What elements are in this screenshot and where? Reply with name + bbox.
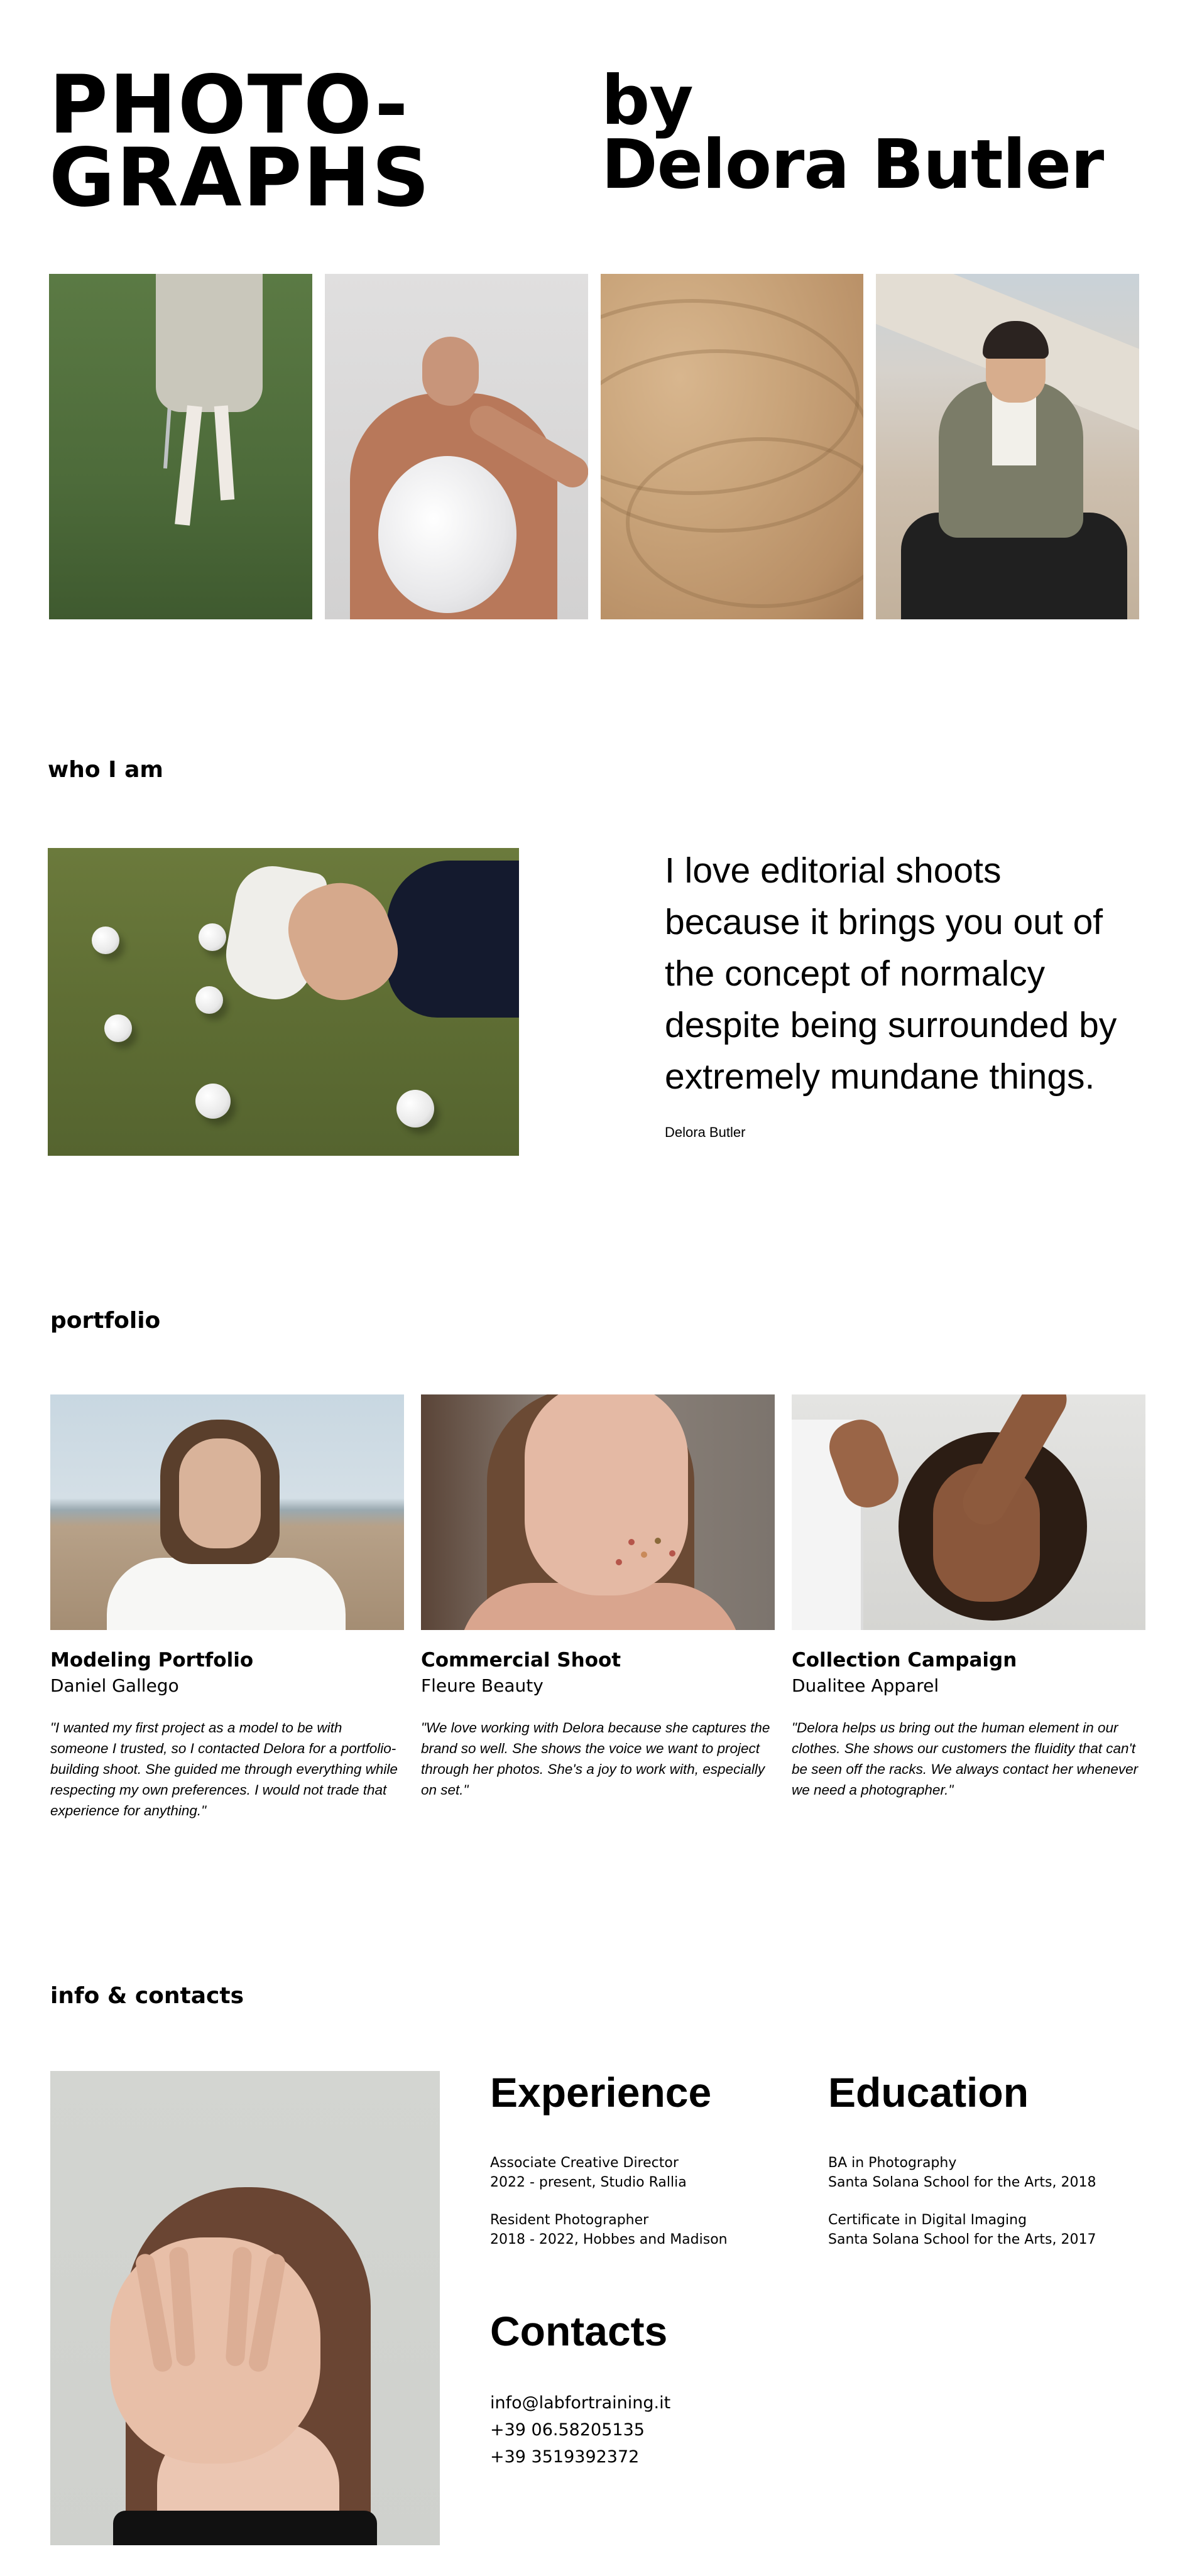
portfolio-card-client: Daniel Gallego bbox=[50, 1675, 179, 1696]
contact-phone-link[interactable]: +39 3519392372 bbox=[490, 2443, 670, 2470]
portfolio-card-client: Dualitee Apparel bbox=[792, 1675, 939, 1696]
portfolio-card-client: Fleure Beauty bbox=[421, 1675, 544, 1696]
gallery-photo-sitting-man bbox=[876, 274, 1139, 619]
contacts-heading: Contacts bbox=[490, 2308, 668, 2354]
portfolio-card-title: Collection Campaign bbox=[792, 1649, 1017, 1671]
portfolio-cards: Modeling Portfolio Daniel Gallego "I wan… bbox=[50, 1394, 1145, 1821]
portfolio-photo-commercial bbox=[421, 1394, 775, 1630]
portfolio-card-quote: "Delora helps us bring out the human ele… bbox=[792, 1720, 1139, 1798]
hero-gallery bbox=[49, 274, 1139, 619]
experience-entry: Resident Photographer 2018 - 2022, Hobbe… bbox=[490, 2210, 728, 2249]
gallery-photo-sand-texture bbox=[600, 274, 864, 619]
portfolio-card-quote: "We love working with Delora because she… bbox=[421, 1720, 770, 1798]
experience-detail: 2022 - present, Studio Rallia bbox=[490, 2175, 687, 2190]
info-photo bbox=[50, 2071, 440, 2545]
education-degree: Certificate in Digital Imaging bbox=[828, 2212, 1027, 2228]
about-quote: I love editorial shoots because it bring… bbox=[665, 851, 1117, 1097]
portfolio-photo-modeling bbox=[50, 1394, 404, 1630]
about-quote-author: Delora Butler bbox=[665, 1124, 746, 1140]
section-heading-info-contacts: info & contacts bbox=[50, 1983, 244, 2009]
education-entry: Certificate in Digital Imaging Santa Sol… bbox=[828, 2210, 1096, 2249]
experience-role: Associate Creative Director bbox=[490, 2155, 679, 2171]
hero-title: PHOTO- GRAPHS bbox=[49, 65, 431, 225]
education-heading: Education bbox=[828, 2069, 1029, 2116]
contact-phone-link[interactable]: +39 06.58205135 bbox=[490, 2416, 670, 2443]
experience-role: Resident Photographer bbox=[490, 2212, 649, 2228]
portfolio-card: Collection Campaign Dualitee Apparel "De… bbox=[792, 1394, 1145, 1821]
hero-title-line-2: GRAPHS bbox=[49, 131, 431, 225]
portfolio-card-quote: "I wanted my first project as a model to… bbox=[50, 1720, 398, 1818]
hero-byline-name: Delora Butler bbox=[601, 126, 1104, 204]
education-detail: Santa Solana School for the Arts, 2017 bbox=[828, 2232, 1096, 2247]
gallery-photo-golfer bbox=[49, 274, 312, 619]
section-heading-who-i-am: who I am bbox=[48, 757, 163, 783]
portfolio-card: Commercial Shoot Fleure Beauty "We love … bbox=[421, 1394, 775, 1821]
portfolio-card-title: Commercial Shoot bbox=[421, 1649, 621, 1671]
experience-heading: Experience bbox=[490, 2069, 712, 2116]
portfolio-card-title: Modeling Portfolio bbox=[50, 1649, 254, 1671]
experience-detail: 2018 - 2022, Hobbes and Madison bbox=[490, 2232, 728, 2247]
hero-byline-by: by bbox=[601, 62, 694, 140]
section-heading-portfolio: portfolio bbox=[50, 1308, 161, 1334]
portfolio-card: Modeling Portfolio Daniel Gallego "I wan… bbox=[50, 1394, 404, 1821]
contact-email-link[interactable]: info@labfortraining.it bbox=[490, 2389, 670, 2416]
education-entry: BA in Photography Santa Solana School fo… bbox=[828, 2153, 1096, 2192]
contacts-list: info@labfortraining.it +39 06.58205135 +… bbox=[490, 2389, 670, 2470]
hero-byline: by Delora Butler bbox=[601, 62, 1104, 204]
education-detail: Santa Solana School for the Arts, 2018 bbox=[828, 2175, 1096, 2190]
experience-entry: Associate Creative Director 2022 - prese… bbox=[490, 2153, 687, 2192]
education-degree: BA in Photography bbox=[828, 2155, 957, 2171]
gallery-photo-mirror bbox=[324, 274, 588, 619]
portfolio-photo-collection bbox=[792, 1394, 1145, 1630]
about-photo bbox=[48, 848, 519, 1156]
